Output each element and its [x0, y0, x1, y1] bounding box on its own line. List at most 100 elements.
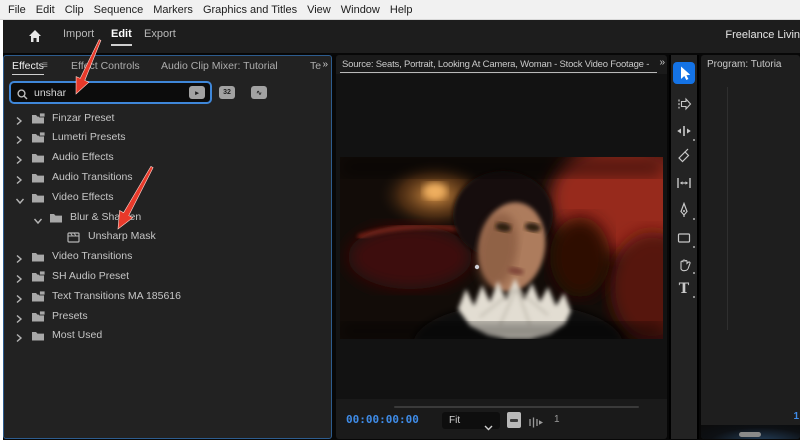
effects-tree: Finzar Preset Lumetri Presets Audio Effect… [4, 108, 331, 438]
flyout-dot [693, 218, 695, 220]
tree-item-label: Presets [52, 310, 88, 322]
chevron-down-icon[interactable] [33, 212, 43, 222]
menu-item-sequence[interactable]: Sequence [94, 4, 144, 16]
32-bit-color-badge[interactable]: 32 [219, 86, 235, 99]
zoom-level-dropdown[interactable]: Fit [442, 412, 500, 429]
source-tab-underline [340, 72, 657, 73]
chevron-right-icon[interactable] [15, 271, 25, 281]
panel-overflow-chevron-icon[interactable]: » [322, 59, 327, 70]
video-still-woman-portrait [340, 157, 663, 339]
preset-bin-icon [31, 270, 45, 282]
menu-bar: File Edit Clip Sequence Markers Graphics and … [0, 0, 800, 20]
folder-icon [31, 171, 45, 183]
tree-item-label: Blur & Sharpen [70, 211, 141, 223]
effect-icon [67, 230, 81, 242]
chevron-right-icon[interactable] [15, 251, 25, 261]
header-tab-export[interactable]: Export [144, 28, 176, 40]
workspace-title[interactable]: Freelance Livin [725, 29, 800, 41]
chevron-right-icon[interactable] [15, 152, 25, 162]
app-frame: Import Edit Export Freelance Livin Effects… [3, 20, 800, 440]
program-monitor-panel: Program: Tutoria 1 [701, 55, 800, 439]
tree-item-most-used[interactable]: Most Used [4, 326, 331, 345]
track-select-forward-tool[interactable] [671, 93, 697, 115]
tree-item-sh-audio-preset[interactable]: SH Audio Preset [4, 266, 331, 285]
search-input[interactable]: unshar [34, 87, 198, 99]
tree-item-presets[interactable]: Presets [4, 306, 331, 325]
source-overflow-chevron-icon[interactable]: » [659, 57, 664, 68]
program-monitor-tab[interactable]: Program: Tutoria [707, 59, 800, 70]
tree-item-text-transitions-ma-185616[interactable]: Text Transitions MA 185616 [4, 286, 331, 305]
flyout-dot [693, 272, 695, 274]
ripple-edit-tool[interactable] [671, 120, 697, 142]
menu-item-clip[interactable]: Clip [65, 4, 84, 16]
tree-item-label: Most Used [52, 329, 102, 341]
pen-tool[interactable] [671, 199, 697, 221]
preset-bin-icon [31, 131, 45, 143]
hand-tool[interactable] [671, 253, 697, 275]
tree-item-video-transitions[interactable]: Video Transitions [4, 247, 331, 266]
chevron-right-icon[interactable] [15, 330, 25, 340]
program-bottom-strip [701, 425, 800, 439]
effects-panel: Effects≡ Effect Controls Audio Clip Mixer:… [3, 55, 332, 439]
panel-tab-effects[interactable]: Effects [12, 60, 44, 72]
yuv-badge[interactable]: ∿ [251, 86, 267, 99]
menu-item-view[interactable]: View [307, 4, 331, 16]
flyout-dot [693, 246, 695, 248]
source-monitor-panel: Source: Seats, Portrait, Looking At Came… [336, 55, 667, 439]
selection-tool[interactable] [673, 62, 695, 84]
folder-icon [49, 211, 63, 223]
tree-item-finzar-preset[interactable]: Finzar Preset [4, 108, 331, 127]
menu-item-graphics-and-titles[interactable]: Graphics and Titles [203, 4, 297, 16]
tree-item-label: Video Effects [52, 191, 114, 203]
chevron-right-icon[interactable] [15, 311, 25, 321]
tree-item-video-effects[interactable]: Video Effects [4, 187, 331, 206]
panel-tab-audio-clip-mixer-tutorial[interactable]: Audio Clip Mixer: Tutorial [161, 60, 278, 72]
source-zoom-scrollbar[interactable] [394, 406, 639, 408]
program-scrollbar-thumb[interactable] [739, 432, 761, 437]
folder-icon [31, 329, 45, 341]
search-icon [17, 87, 28, 98]
folder-icon [31, 191, 45, 203]
menu-item-edit[interactable]: Edit [36, 4, 55, 16]
header-tab-edit[interactable]: Edit [111, 28, 132, 40]
effects-search-box[interactable]: unshar × [9, 81, 212, 104]
home-icon[interactable] [27, 28, 43, 44]
header-tab-import[interactable]: Import [63, 28, 94, 40]
drag-audio-only-button[interactable] [528, 415, 544, 426]
tree-item-lumetri-presets[interactable]: Lumetri Presets [4, 128, 331, 147]
chevron-down-icon[interactable] [15, 192, 25, 202]
program-panel-divider [727, 87, 728, 330]
chevron-right-icon[interactable] [15, 113, 25, 123]
chevron-right-icon[interactable] [15, 132, 25, 142]
tree-item-label: SH Audio Preset [52, 270, 129, 282]
tree-item-audio-transitions[interactable]: Audio Transitions [4, 167, 331, 186]
tree-item-label: Lumetri Presets [52, 131, 126, 143]
panel-tab-effect-controls[interactable]: Effect Controls [71, 60, 140, 72]
svg-text:T: T [679, 281, 690, 296]
type-tool[interactable]: T [671, 277, 697, 299]
menu-item-help[interactable]: Help [390, 4, 413, 16]
source-timecode[interactable]: 00:00:00:00 [346, 413, 419, 426]
chevron-right-icon[interactable] [15, 172, 25, 182]
panel-tab-te[interactable]: Te [310, 60, 321, 72]
chevron-right-icon[interactable] [15, 291, 25, 301]
menu-item-file[interactable]: File [8, 4, 26, 16]
menu-item-window[interactable]: Window [341, 4, 380, 16]
source-monitor-tab[interactable]: Source: Seats, Portrait, Looking At Came… [342, 59, 651, 70]
slip-tool[interactable] [671, 172, 697, 194]
preset-bin-icon [31, 290, 45, 302]
rectangle-tool[interactable] [671, 227, 697, 249]
playback-resolution-value[interactable]: 1 [554, 414, 560, 425]
tree-item-blur-sharpen[interactable]: Blur & Sharpen [4, 207, 331, 226]
flyout-dot [693, 139, 695, 141]
tools-panel: T [669, 55, 699, 439]
folder-icon [31, 250, 45, 262]
tree-item-audio-effects[interactable]: Audio Effects [4, 148, 331, 167]
drag-video-only-button[interactable] [507, 412, 521, 428]
razor-tool[interactable] [671, 145, 697, 167]
tree-item-unsharp-mask[interactable]: Unsharp Mask [4, 227, 331, 246]
menu-item-markers[interactable]: Markers [153, 4, 193, 16]
panel-menu-icon[interactable]: ≡ [42, 60, 48, 71]
accelerated-effects-badge[interactable]: ▸ [189, 86, 205, 99]
drag-video-glyph [510, 419, 518, 422]
